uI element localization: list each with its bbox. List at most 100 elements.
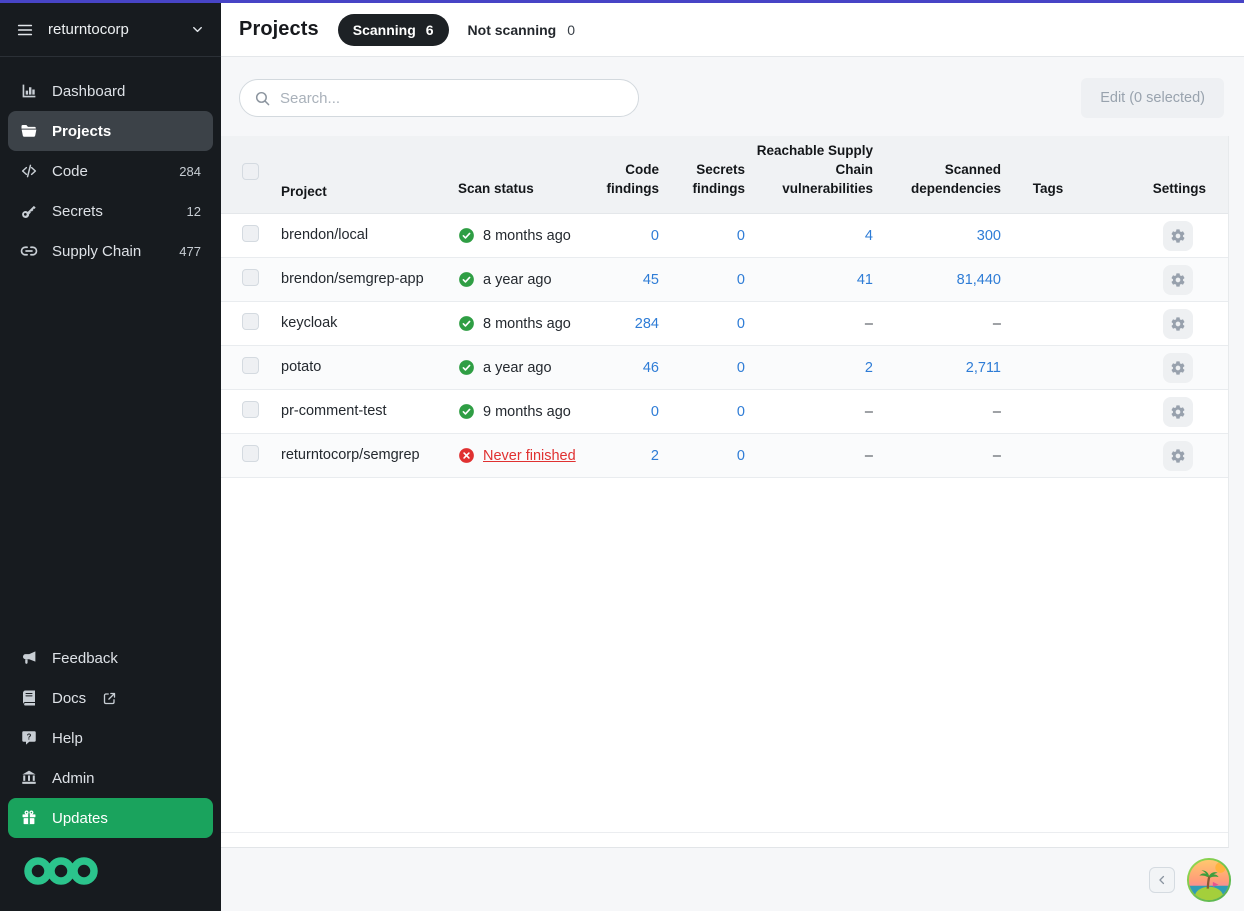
reachable-vulns-link[interactable]: 4 xyxy=(747,228,875,244)
search-box[interactable] xyxy=(239,79,639,117)
semgrep-logo[interactable] xyxy=(8,838,213,911)
project-name[interactable]: pr-comment-test xyxy=(263,390,439,432)
settings-gear-button[interactable] xyxy=(1163,397,1193,427)
sidebar-item-supply-chain[interactable]: Supply Chain 477 xyxy=(8,231,213,271)
row-checkbox[interactable] xyxy=(242,269,259,286)
secrets-findings-link[interactable]: 0 xyxy=(661,228,747,244)
project-name[interactable]: brendon/semgrep-app xyxy=(263,258,439,300)
settings-gear-button[interactable] xyxy=(1163,265,1193,295)
scanned-deps-link[interactable]: 81,440 xyxy=(875,272,1003,288)
secrets-findings-link[interactable]: 0 xyxy=(661,360,747,376)
sidebar-item-label: Dashboard xyxy=(52,83,125,100)
project-name[interactable]: potato xyxy=(263,346,439,388)
scanned-deps-link[interactable]: – xyxy=(875,316,1003,332)
tab-scanning[interactable]: Scanning 6 xyxy=(338,14,449,46)
row-checkbox[interactable] xyxy=(242,357,259,374)
code-findings-link[interactable]: 0 xyxy=(579,228,661,244)
scanned-deps-link[interactable]: – xyxy=(875,404,1003,420)
tab-not-scanning[interactable]: Not scanning 0 xyxy=(468,22,575,38)
table-row[interactable]: returntocorp/semgrep Never finished 2 0 … xyxy=(221,434,1228,478)
gear-icon xyxy=(1170,228,1186,244)
external-link-icon xyxy=(102,691,117,706)
edit-selected-button[interactable]: Edit (0 selected) xyxy=(1081,78,1224,118)
table-footer-strip xyxy=(221,832,1228,847)
reachable-vulns-link[interactable]: – xyxy=(747,448,875,464)
table-row[interactable]: brendon/semgrep-app a year ago 45 0 41 8… xyxy=(221,258,1228,302)
reachable-vulns-link[interactable]: 41 xyxy=(747,272,875,288)
table-row[interactable]: keycloak 8 months ago 284 0 – – xyxy=(221,302,1228,346)
code-findings-link[interactable]: 45 xyxy=(579,272,661,288)
code-findings-link[interactable]: 46 xyxy=(579,360,661,376)
scan-status-cell: a year ago xyxy=(439,359,579,376)
row-checkbox[interactable] xyxy=(242,401,259,418)
megaphone-icon xyxy=(20,649,38,667)
scan-status-text: 9 months ago xyxy=(483,404,571,420)
sidebar-item-label: Code xyxy=(52,163,88,180)
code-findings-link[interactable]: 2 xyxy=(579,448,661,464)
sidebar-item-projects[interactable]: Projects xyxy=(8,111,213,151)
code-findings-link[interactable]: 0 xyxy=(579,404,661,420)
reachable-vulns-link[interactable]: 2 xyxy=(747,360,875,376)
select-all-checkbox[interactable] xyxy=(242,163,259,180)
column-header-scanned-deps: Scanned dependencies xyxy=(875,161,1003,213)
settings-gear-button[interactable] xyxy=(1163,441,1193,471)
sidebar-item-feedback[interactable]: Feedback xyxy=(8,638,213,678)
scan-status-link[interactable]: Never finished xyxy=(483,448,576,464)
sidebar-item-label: Secrets xyxy=(52,203,103,220)
secrets-findings-link[interactable]: 0 xyxy=(661,404,747,420)
table-row[interactable]: brendon/local 8 months ago 0 0 4 300 xyxy=(221,214,1228,258)
sidebar-item-dashboard[interactable]: Dashboard xyxy=(8,71,213,111)
reachable-vulns-link[interactable]: – xyxy=(747,404,875,420)
pagination-prev-button[interactable] xyxy=(1149,867,1175,893)
scanned-deps-link[interactable]: – xyxy=(875,448,1003,464)
code-findings-link[interactable]: 284 xyxy=(579,316,661,332)
org-switcher[interactable]: returntocorp xyxy=(0,3,221,57)
table-header-row: Project Scan status Code findings Secret… xyxy=(221,136,1228,214)
check-circle-icon xyxy=(458,227,475,244)
chain-link-icon xyxy=(20,242,38,260)
sidebar-item-label: Admin xyxy=(52,770,95,787)
tab-count: 0 xyxy=(567,22,575,38)
row-checkbox[interactable] xyxy=(242,225,259,242)
reachable-vulns-link[interactable]: – xyxy=(747,316,875,332)
sidebar-item-count: 284 xyxy=(179,164,201,179)
table-row[interactable]: potato a year ago 46 0 2 2,711 xyxy=(221,346,1228,390)
sidebar-item-label: Feedback xyxy=(52,650,118,667)
sidebar-item-updates[interactable]: Updates xyxy=(8,798,213,838)
sidebar-item-help[interactable]: Help xyxy=(8,718,213,758)
settings-gear-button[interactable] xyxy=(1163,309,1193,339)
bank-icon xyxy=(20,769,38,787)
sidebar-item-label: Updates xyxy=(52,810,108,827)
sidebar-item-label: Projects xyxy=(52,123,111,140)
sidebar-item-secrets[interactable]: Secrets 12 xyxy=(8,191,213,231)
settings-gear-button[interactable] xyxy=(1163,353,1193,383)
project-name[interactable]: keycloak xyxy=(263,302,439,344)
palm-island-avatar[interactable] xyxy=(1186,857,1232,903)
scanned-deps-link[interactable]: 2,711 xyxy=(875,360,1003,376)
secrets-findings-link[interactable]: 0 xyxy=(661,316,747,332)
row-checkbox[interactable] xyxy=(242,313,259,330)
column-header-reachable-vulns: Reachable Supply Chain vulnerabilities xyxy=(747,142,875,213)
chevron-down-icon[interactable] xyxy=(190,22,205,37)
secrets-findings-link[interactable]: 0 xyxy=(661,272,747,288)
gift-icon xyxy=(20,809,38,827)
secrets-findings-link[interactable]: 0 xyxy=(661,448,747,464)
project-name[interactable]: brendon/local xyxy=(263,214,439,256)
check-circle-icon xyxy=(458,315,475,332)
project-name[interactable]: returntocorp/semgrep xyxy=(263,434,439,476)
sidebar-item-docs[interactable]: Docs xyxy=(8,678,213,718)
bar-chart-icon xyxy=(20,82,38,100)
sidebar: returntocorp Dashboard Projects Code 284… xyxy=(0,3,221,911)
chevron-left-icon xyxy=(1155,873,1169,887)
settings-gear-button[interactable] xyxy=(1163,221,1193,251)
table-row[interactable]: pr-comment-test 9 months ago 0 0 – – xyxy=(221,390,1228,434)
sidebar-item-code[interactable]: Code 284 xyxy=(8,151,213,191)
scan-status-cell: Never finished xyxy=(439,447,579,464)
row-checkbox[interactable] xyxy=(242,445,259,462)
search-input[interactable] xyxy=(280,90,624,107)
column-header-secrets-findings: Secrets findings xyxy=(661,161,747,213)
hamburger-menu-icon[interactable] xyxy=(16,21,34,39)
sidebar-item-admin[interactable]: Admin xyxy=(8,758,213,798)
scanned-deps-link[interactable]: 300 xyxy=(875,228,1003,244)
column-header-settings: Settings xyxy=(1093,180,1228,213)
